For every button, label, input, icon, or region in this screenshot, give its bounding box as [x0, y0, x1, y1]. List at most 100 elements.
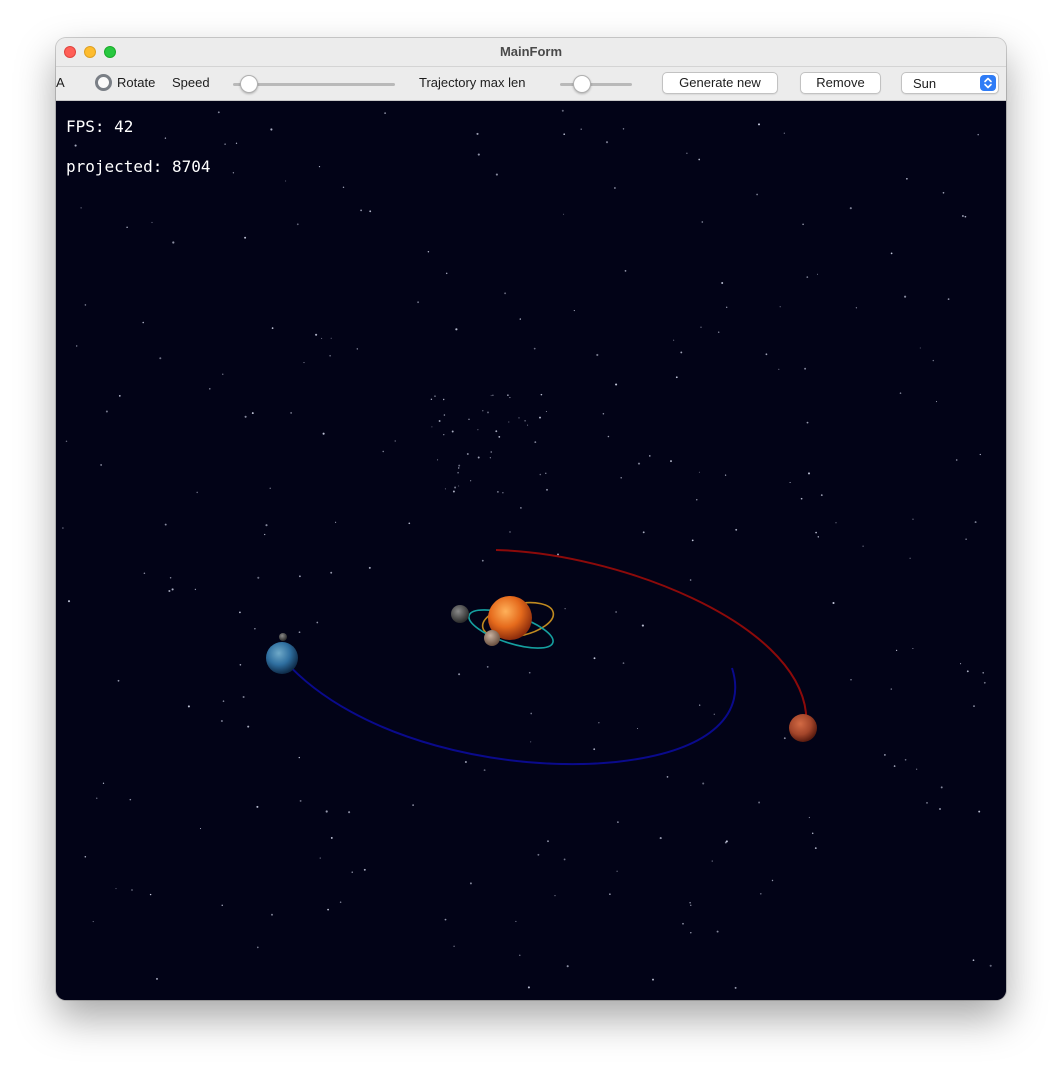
space-viewport[interactable]: FPS: 42 projected: 8704	[56, 101, 1006, 1000]
star	[530, 741, 532, 743]
star	[84, 855, 87, 858]
star	[932, 359, 934, 362]
star	[151, 221, 153, 224]
speed-slider-thumb[interactable]	[240, 75, 259, 93]
trajectory-slider-track[interactable]	[560, 83, 632, 86]
small-planet-body[interactable]	[484, 630, 500, 646]
star	[247, 725, 250, 728]
body-select[interactable]: Sun	[901, 72, 999, 94]
star	[624, 270, 627, 272]
star	[783, 737, 786, 740]
star	[476, 132, 479, 135]
star	[445, 272, 448, 275]
star	[319, 857, 321, 859]
star	[700, 326, 702, 328]
star	[962, 215, 964, 217]
star	[348, 811, 351, 814]
generate-new-button[interactable]: Generate new	[662, 72, 778, 94]
star	[807, 472, 811, 475]
star	[62, 527, 64, 529]
star	[264, 533, 266, 536]
star	[265, 524, 268, 527]
mars-body[interactable]	[789, 714, 817, 742]
star	[368, 566, 371, 569]
rotate-radio[interactable]	[95, 74, 112, 91]
star	[481, 559, 484, 562]
star	[735, 528, 738, 531]
star	[394, 440, 396, 442]
star	[909, 557, 911, 559]
star	[783, 132, 785, 134]
star	[342, 186, 345, 189]
star	[820, 494, 823, 496]
star	[67, 600, 71, 603]
body-select-value: Sun	[913, 76, 937, 91]
star	[546, 488, 548, 491]
star	[443, 414, 446, 416]
star	[451, 430, 454, 433]
star	[701, 221, 704, 223]
star	[605, 141, 609, 144]
star	[800, 497, 803, 500]
star	[890, 252, 893, 255]
star	[454, 486, 457, 489]
star	[906, 177, 908, 180]
star	[455, 328, 458, 331]
star	[427, 250, 430, 253]
star	[598, 722, 600, 724]
remove-button[interactable]: Remove	[800, 72, 881, 94]
star	[806, 421, 809, 424]
star	[468, 418, 470, 421]
earth-moon-body[interactable]	[279, 633, 287, 641]
truncated-label: A	[56, 75, 65, 90]
star	[187, 705, 190, 708]
scene-canvas[interactable]	[56, 101, 1006, 1000]
star	[335, 521, 337, 523]
star	[271, 913, 273, 916]
star	[545, 472, 547, 474]
rotate-label[interactable]: Rotate	[117, 75, 155, 90]
star	[580, 128, 582, 130]
star	[607, 435, 610, 438]
star	[438, 420, 441, 422]
star	[251, 412, 254, 415]
star	[143, 572, 146, 574]
star	[486, 666, 489, 668]
star	[199, 828, 202, 830]
earth-body[interactable]	[266, 642, 298, 674]
star	[778, 368, 780, 370]
star	[351, 871, 353, 873]
star	[978, 810, 981, 813]
star	[330, 836, 333, 839]
window-title: MainForm	[499, 44, 563, 59]
star	[171, 588, 174, 591]
star	[498, 436, 501, 438]
star	[417, 301, 420, 304]
speed-label: Speed	[172, 75, 210, 90]
star	[149, 893, 152, 896]
star	[557, 553, 559, 556]
star	[814, 847, 817, 849]
star	[434, 395, 436, 397]
star	[947, 298, 950, 300]
star	[573, 310, 575, 312]
star	[257, 576, 260, 579]
dark-moon-body[interactable]	[451, 605, 469, 623]
star	[759, 892, 762, 895]
star	[527, 424, 529, 426]
star	[955, 459, 958, 461]
space-background	[56, 101, 1006, 1000]
star	[561, 109, 564, 112]
star	[972, 959, 975, 962]
trajectory-slider-thumb[interactable]	[572, 75, 591, 93]
star	[673, 339, 675, 341]
star	[699, 704, 701, 706]
star	[670, 460, 672, 463]
star	[316, 621, 319, 624]
star	[689, 902, 691, 904]
toolbar: A Rotate Speed Trajectory max len Genera…	[56, 67, 1006, 101]
star	[254, 628, 256, 630]
star	[539, 473, 542, 476]
star	[609, 893, 611, 895]
star	[919, 347, 921, 349]
